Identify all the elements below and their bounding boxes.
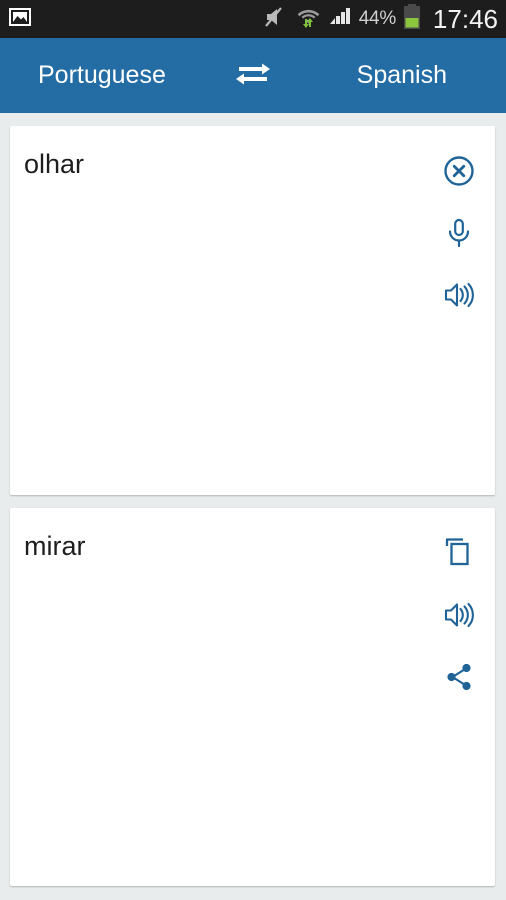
cellular-signal-icon xyxy=(328,5,352,34)
volume-muted-icon xyxy=(264,5,289,34)
listen-source-button[interactable] xyxy=(428,264,490,326)
translation-result-card[interactable]: mirar xyxy=(10,508,495,886)
share-button[interactable] xyxy=(428,646,490,708)
wifi-transfer-icon xyxy=(296,5,321,34)
battery-icon xyxy=(403,3,421,35)
source-card-actions xyxy=(423,140,495,326)
speaker-icon xyxy=(442,278,476,312)
status-bar-notifications xyxy=(0,5,32,34)
translated-text: mirar xyxy=(24,531,86,561)
status-bar-indicators: 44% 17:46 xyxy=(264,3,506,35)
battery-percentage: 44% xyxy=(358,8,396,29)
source-text-card[interactable]: olhar xyxy=(10,126,495,495)
target-language-button[interactable]: Spanish xyxy=(357,61,447,90)
microphone-icon xyxy=(442,216,476,250)
copy-icon xyxy=(442,536,476,570)
source-language-button[interactable]: Portuguese xyxy=(38,61,166,90)
translator-app-screen: 44% 17:46 Portuguese Spanish olhar mirar xyxy=(0,0,506,900)
language-selector-bar: Portuguese Spanish xyxy=(0,38,506,113)
clear-button[interactable] xyxy=(428,140,490,202)
target-card-actions xyxy=(423,522,495,708)
status-bar-clock: 17:46 xyxy=(432,4,498,34)
voice-input-button[interactable] xyxy=(428,202,490,264)
clear-icon xyxy=(442,154,476,188)
image-photo-icon xyxy=(8,5,32,34)
swap-arrows-icon xyxy=(233,56,273,95)
share-icon xyxy=(442,660,476,694)
source-text-input[interactable]: olhar xyxy=(24,148,419,182)
copy-button[interactable] xyxy=(428,522,490,584)
listen-translation-button[interactable] xyxy=(428,584,490,646)
status-bar: 44% 17:46 xyxy=(0,0,506,38)
speaker-icon xyxy=(442,598,476,632)
swap-languages-button[interactable] xyxy=(229,52,277,100)
